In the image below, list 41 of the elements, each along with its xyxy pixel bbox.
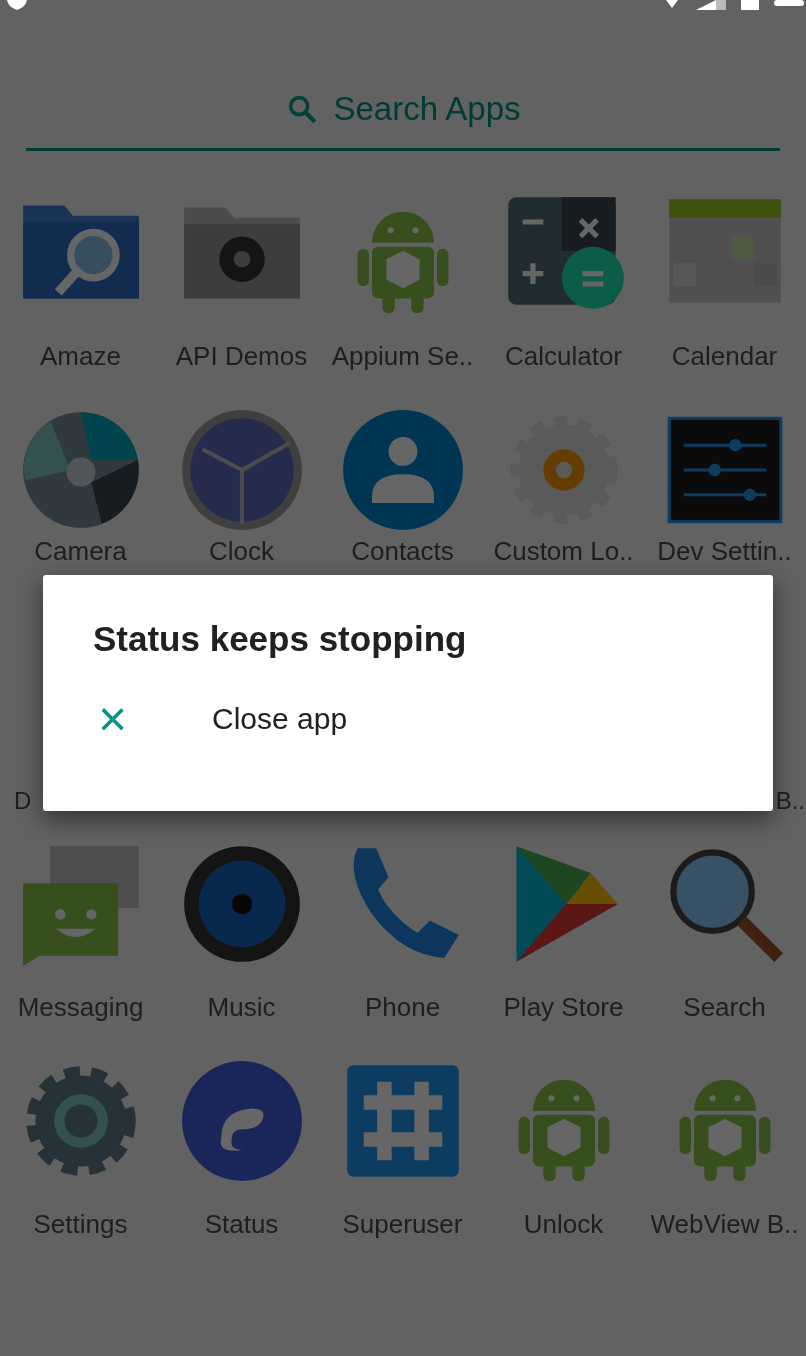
status-icon xyxy=(181,1061,302,1181)
app-shortcut[interactable]: API Demos xyxy=(161,191,322,408)
app-shortcut[interactable]: Calendar xyxy=(644,191,805,408)
app-label: D xyxy=(14,787,32,815)
app-shortcut[interactable]: Amaze xyxy=(0,191,161,408)
speaker-icon xyxy=(183,846,300,962)
search-field[interactable]: Search Apps xyxy=(26,70,780,151)
sliders-icon xyxy=(667,416,782,524)
settings-icon xyxy=(25,1066,136,1176)
app-shortcut[interactable]: Custom Lo.. xyxy=(483,408,644,625)
clock-icon xyxy=(181,410,302,530)
chat-icon xyxy=(22,846,139,966)
android-icon xyxy=(679,1079,770,1181)
android-icon xyxy=(357,211,448,313)
app-label: B.. xyxy=(775,787,805,815)
hash-icon xyxy=(346,1065,459,1177)
gear-icon xyxy=(509,416,618,524)
contact-icon xyxy=(342,410,463,530)
camera-icon xyxy=(22,412,139,528)
app-shortcut[interactable]: Superuser xyxy=(322,1059,483,1276)
app-shortcut[interactable]: Settings xyxy=(0,1059,161,1276)
android-icon xyxy=(518,1079,609,1181)
app-shortcut[interactable]: Play Store xyxy=(483,842,644,1059)
close-icon: × xyxy=(93,694,212,744)
calendar-icon xyxy=(668,199,781,303)
folder-icon xyxy=(22,205,139,299)
app-shortcut[interactable]: WebView B.. xyxy=(644,1059,805,1276)
phone-icon xyxy=(353,848,459,958)
app-shortcut[interactable]: Messaging xyxy=(0,842,161,1059)
app-shortcut[interactable]: Phone xyxy=(322,842,483,1059)
play-icon xyxy=(515,846,618,962)
magnifier-icon xyxy=(669,849,783,963)
app-shortcut[interactable]: Status xyxy=(161,1059,322,1276)
app-shortcut[interactable]: Appium Se.. xyxy=(322,191,483,408)
app-shortcut[interactable]: Unlock xyxy=(483,1059,644,1276)
calculator-icon xyxy=(507,197,624,309)
app-shortcut[interactable]: Music xyxy=(161,842,322,1059)
app-shortcut[interactable]: Dev Settin.. xyxy=(644,408,805,625)
app-shortcut[interactable]: Search xyxy=(644,842,805,1059)
app-shortcut[interactable]: Calculator xyxy=(483,191,644,408)
folder-icon xyxy=(183,207,300,299)
